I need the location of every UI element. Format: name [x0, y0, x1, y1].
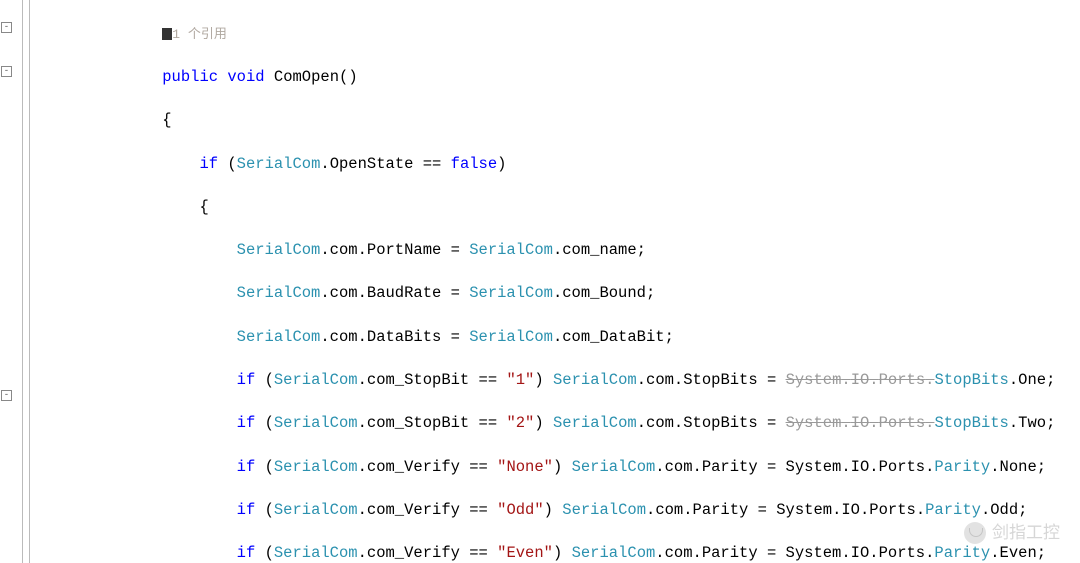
references-hint[interactable]: 1 个引用: [172, 27, 227, 42]
keyword-public: public: [162, 68, 218, 86]
fold-toggle[interactable]: -: [1, 390, 12, 401]
fold-gutter: - - -: [0, 0, 30, 563]
fold-toggle[interactable]: -: [1, 22, 12, 33]
code-editor[interactable]: - - - 1 个引用 public void ComOpen() { if (…: [0, 0, 1080, 563]
wechat-icon: [964, 522, 986, 544]
keyword-void: void: [227, 68, 264, 86]
code-content[interactable]: 1 个引用 public void ComOpen() { if (Serial…: [30, 0, 1080, 563]
watermark: 剑指工控: [964, 521, 1060, 545]
method-name: ComOpen: [274, 68, 339, 86]
keyword-if: if: [199, 155, 218, 173]
fold-toggle[interactable]: -: [1, 66, 12, 77]
watermark-text: 剑指工控: [992, 521, 1060, 545]
